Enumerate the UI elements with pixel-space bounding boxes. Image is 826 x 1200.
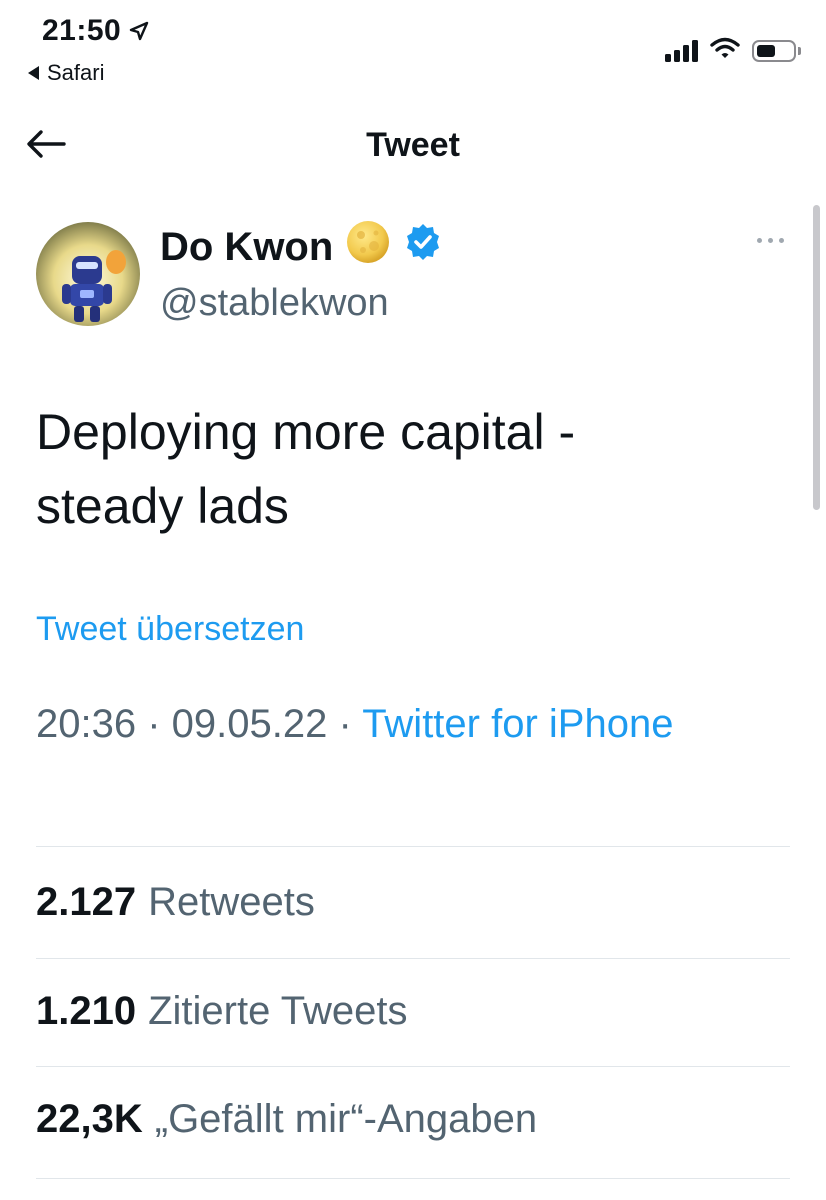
divider xyxy=(36,1178,790,1179)
quote-tweets-count: 1.210 xyxy=(36,989,137,1033)
back-to-safari-label: Safari xyxy=(47,60,105,85)
translate-tweet-link[interactable]: Tweet übersetzen xyxy=(36,610,304,649)
tweet-text-line: steady lads xyxy=(36,478,289,534)
status-indicators xyxy=(665,37,801,64)
status-time: 21:50 xyxy=(42,14,149,48)
tweet-text-line: Deploying more capital - xyxy=(36,404,576,460)
likes-stat[interactable]: 22,3K „Gefällt mir“-Angaben xyxy=(36,1097,537,1142)
wifi-icon xyxy=(710,37,740,64)
more-options-button[interactable] xyxy=(753,234,788,247)
retweets-stat[interactable]: 2.127 Retweets xyxy=(36,880,315,925)
meta-separator: · xyxy=(136,702,172,746)
more-options-icon xyxy=(757,238,762,243)
divider xyxy=(36,958,790,959)
back-triangle-icon xyxy=(28,66,39,80)
battery-icon xyxy=(752,39,801,62)
tweet-text: Deploying more capital - steady lads xyxy=(36,395,756,543)
retweets-count: 2.127 xyxy=(36,880,137,924)
verified-badge-icon xyxy=(403,222,443,272)
avatar[interactable] xyxy=(36,222,140,326)
author-name[interactable]: Do Kwon xyxy=(160,219,443,275)
battery-level xyxy=(757,44,775,57)
quote-tweets-stat[interactable]: 1.210 Zitierte Tweets xyxy=(36,989,407,1034)
page-title: Tweet xyxy=(366,126,460,164)
tweet-date[interactable]: 09.05.22 xyxy=(172,702,328,746)
location-arrow-icon xyxy=(129,21,149,41)
author-name-label: Do Kwon xyxy=(160,224,334,269)
full-moon-emoji-icon xyxy=(345,219,391,275)
likes-label: „Gefällt mir“-Angaben xyxy=(154,1097,538,1141)
cellular-signal-icon xyxy=(665,39,698,62)
likes-count: 22,3K xyxy=(36,1097,143,1141)
divider xyxy=(36,846,790,847)
tweet-source-link[interactable]: Twitter for iPhone xyxy=(362,702,673,746)
status-time-label: 21:50 xyxy=(42,14,122,47)
meta-separator: · xyxy=(327,702,363,746)
back-to-safari[interactable]: Safari xyxy=(28,60,104,86)
author-handle[interactable]: @stablekwon xyxy=(160,282,389,325)
tweet-meta: 20:36 · 09.05.22 · Twitter for iPhone xyxy=(36,695,756,753)
retweets-label: Retweets xyxy=(148,880,315,924)
divider xyxy=(36,1066,790,1067)
tweet-time[interactable]: 20:36 xyxy=(36,702,136,746)
scrollbar[interactable] xyxy=(813,205,820,510)
quote-tweets-label: Zitierte Tweets xyxy=(148,989,408,1033)
